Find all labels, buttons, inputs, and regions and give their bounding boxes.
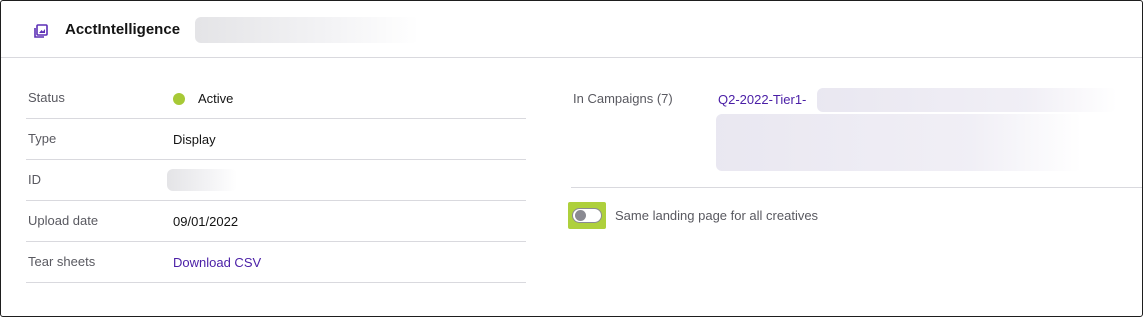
detail-row-tear-sheets: Tear sheets Download CSV xyxy=(26,242,526,283)
creative-details-panel: AcctIntelligence Status Active Type Disp… xyxy=(0,0,1143,317)
tear-sheets-label: Tear sheets xyxy=(28,254,96,269)
status-value: Active xyxy=(198,91,234,106)
detail-row-status: Status Active xyxy=(26,78,526,119)
status-label: Status xyxy=(28,90,65,105)
detail-row-type: Type Display xyxy=(26,119,526,160)
detail-row-id: ID xyxy=(26,160,526,201)
redacted-id-value xyxy=(167,169,237,191)
type-label: Type xyxy=(28,131,57,146)
status-indicator-dot xyxy=(173,93,185,105)
detail-row-upload-date: Upload date 09/01/2022 xyxy=(26,201,526,242)
section-divider xyxy=(571,187,1142,188)
same-landing-page-toggle[interactable] xyxy=(572,208,602,223)
panel-header: AcctIntelligence xyxy=(1,1,1142,58)
toggle-highlight xyxy=(568,202,606,229)
type-value: Display xyxy=(173,132,216,147)
download-csv-link[interactable]: Download CSV xyxy=(173,255,261,270)
upload-date-value: 09/01/2022 xyxy=(173,214,239,229)
campaign-link[interactable]: Q2-2022-Tier1- xyxy=(718,92,806,107)
upload-date-label: Upload date xyxy=(28,213,99,228)
page-title: AcctIntelligence xyxy=(65,21,181,38)
redacted-campaign-name xyxy=(817,88,1117,112)
id-label: ID xyxy=(28,172,41,187)
toggle-knob xyxy=(575,210,586,221)
redacted-title-suffix xyxy=(195,17,419,43)
campaigns-label: In Campaigns (7) xyxy=(573,91,673,106)
redacted-campaign-list xyxy=(716,114,1082,171)
image-gallery-icon xyxy=(34,24,48,38)
same-landing-page-label: Same landing page for all creatives xyxy=(615,208,819,223)
